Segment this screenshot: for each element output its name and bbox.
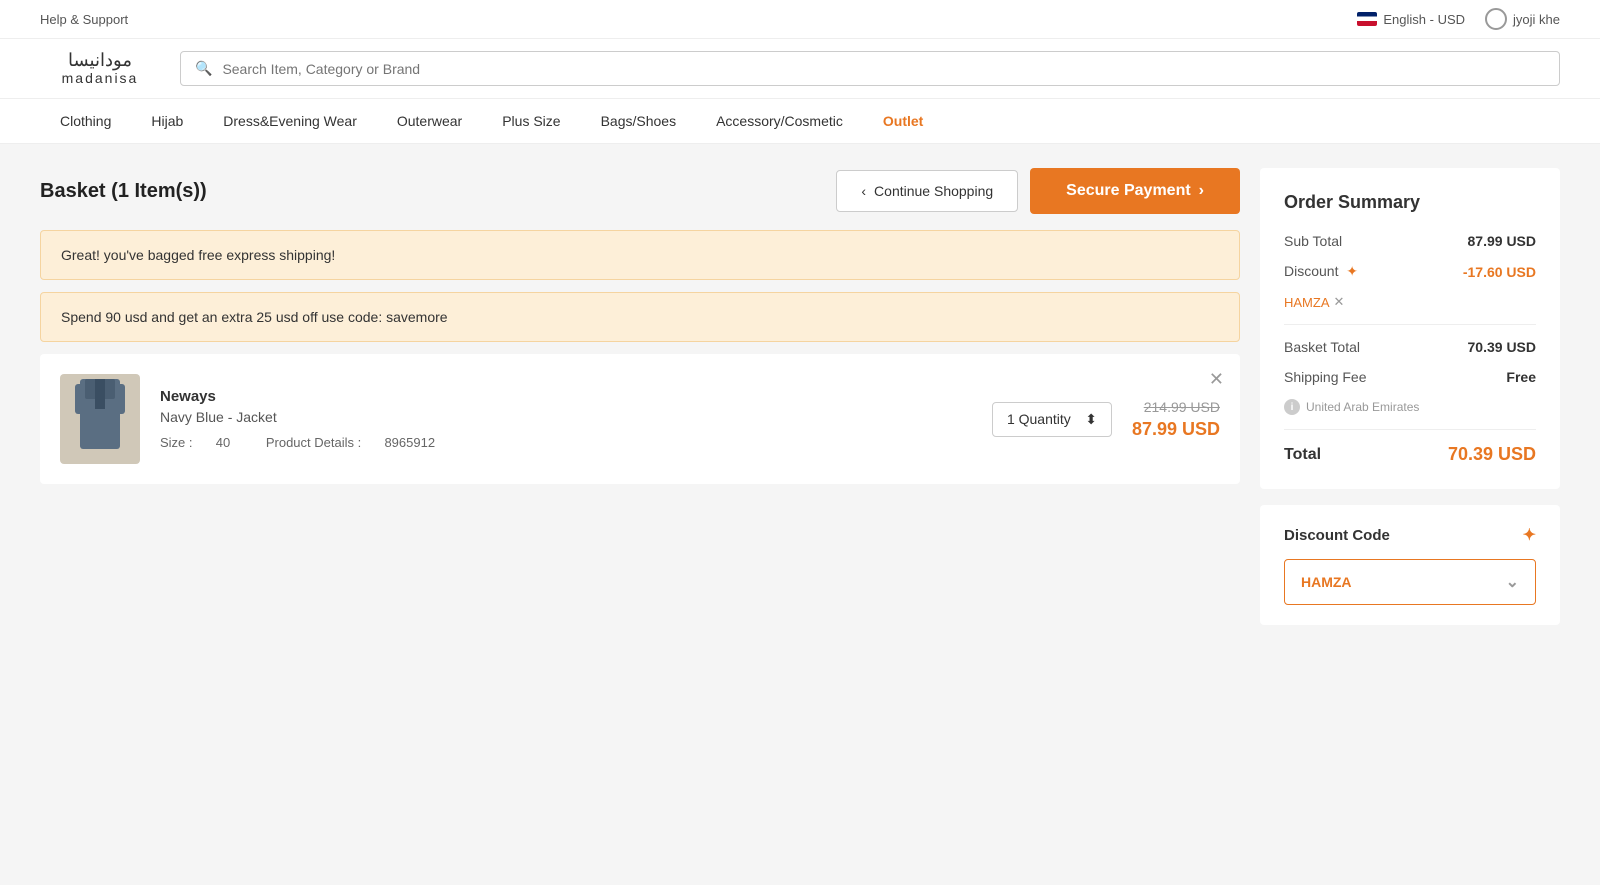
basket-title: Basket (1 Item(s)) — [40, 180, 207, 203]
order-summary-title: Order Summary — [1284, 192, 1536, 213]
top-bar: Help & Support English - USD jyoji khe — [0, 0, 1600, 39]
basket-total-label: Basket Total — [1284, 339, 1360, 355]
item-meta: Size : 40 Product Details : 8965912 — [160, 435, 972, 450]
selected-code-label: HAMZA — [1301, 574, 1352, 590]
sidebar: Order Summary Sub Total 87.99 USD Discou… — [1260, 168, 1560, 625]
discount-badge-icon: ✦ — [1523, 525, 1536, 545]
discount-label: Discount ✦ — [1284, 263, 1358, 280]
item-image — [60, 374, 140, 464]
free-shipping-notification: Great! you've bagged free express shippi… — [40, 230, 1240, 280]
divider-2 — [1284, 429, 1536, 430]
discount-code-title: Discount Code — [1284, 527, 1390, 544]
username-label: jyoji khe — [1513, 12, 1560, 27]
original-price: 214.99 USD — [1132, 399, 1220, 415]
nav-outlet[interactable]: Outlet — [863, 99, 943, 143]
language-label: English - USD — [1383, 12, 1465, 27]
logo-arabic: مودانيسا — [40, 51, 160, 71]
discount-code-header: Discount Code ✦ — [1284, 525, 1536, 545]
notification-text-1: Great! you've bagged free express shippi… — [61, 247, 335, 263]
order-summary: Order Summary Sub Total 87.99 USD Discou… — [1260, 168, 1560, 489]
shipping-label: Shipping Fee — [1284, 369, 1367, 385]
basket-header: Basket (1 Item(s)) ‹ Continue Shopping S… — [40, 168, 1240, 214]
help-support-link[interactable]: Help & Support — [40, 12, 128, 27]
item-details-label: Product Details : 8965912 — [266, 435, 451, 450]
item-info: Neways Navy Blue - Jacket Size : 40 Prod… — [160, 388, 972, 450]
top-bar-right: English - USD jyoji khe — [1357, 8, 1560, 30]
discount-code-section: Discount Code ✦ HAMZA ⌄ — [1260, 505, 1560, 625]
chevron-left-icon: ‹ — [861, 183, 866, 199]
item-name: Navy Blue - Jacket — [160, 409, 972, 425]
shipping-region-label: United Arab Emirates — [1306, 400, 1419, 414]
logo[interactable]: مودانيسا madanisa — [40, 51, 160, 86]
discount-code-name: HAMZA — [1284, 295, 1330, 310]
flag-icon — [1357, 12, 1377, 26]
nav-bags-shoes[interactable]: Bags/Shoes — [581, 99, 697, 143]
notification-text-2: Spend 90 usd and get an extra 25 usd off… — [61, 309, 448, 325]
discount-row: Discount ✦ -17.60 USD — [1284, 263, 1536, 280]
shipping-row: Shipping Fee Free — [1284, 369, 1536, 385]
language-selector[interactable]: English - USD — [1357, 12, 1465, 27]
item-price: 214.99 USD 87.99 USD — [1132, 399, 1220, 440]
remove-discount-button[interactable]: ✕ — [1334, 294, 1345, 310]
search-bar[interactable]: 🔍 — [180, 51, 1560, 86]
item-image-svg — [75, 379, 125, 459]
main-content: Basket (1 Item(s)) ‹ Continue Shopping S… — [0, 144, 1600, 649]
main-nav: Clothing Hijab Dress&Evening Wear Outerw… — [0, 99, 1600, 144]
shipping-value: Free — [1506, 369, 1536, 385]
basket-total-value: 70.39 USD — [1468, 339, 1536, 355]
discount-code-tag: HAMZA ✕ — [1284, 294, 1536, 310]
search-input[interactable] — [222, 61, 1545, 77]
nav-plus-size[interactable]: Plus Size — [482, 99, 580, 143]
nav-accessory[interactable]: Accessory/Cosmetic — [696, 99, 863, 143]
chevron-down-icon: ⌄ — [1506, 572, 1519, 592]
quantity-label: 1 Quantity — [1007, 411, 1071, 427]
user-avatar-icon — [1485, 8, 1507, 30]
nav-clothing[interactable]: Clothing — [40, 99, 131, 143]
basket-total-row: Basket Total 70.39 USD — [1284, 339, 1536, 355]
nav-outerwear[interactable]: Outerwear — [377, 99, 482, 143]
total-label: Total — [1284, 446, 1321, 464]
cart-item: Neways Navy Blue - Jacket Size : 40 Prod… — [40, 354, 1240, 484]
quantity-selector[interactable]: 1 Quantity ⬍ — [992, 402, 1112, 437]
discount-star-icon: ✦ — [1346, 263, 1358, 279]
remove-item-button[interactable]: ✕ — [1209, 370, 1224, 388]
shipping-region-info: i United Arab Emirates — [1284, 399, 1536, 415]
header: مودانيسا madanisa 🔍 — [0, 39, 1600, 99]
search-icon: 🔍 — [195, 60, 212, 77]
subtotal-label: Sub Total — [1284, 233, 1342, 249]
discount-code-dropdown[interactable]: HAMZA ⌄ — [1284, 559, 1536, 605]
item-size-label: Size : 40 — [160, 435, 250, 450]
user-menu[interactable]: jyoji khe — [1485, 8, 1560, 30]
logo-latin: madanisa — [40, 71, 160, 86]
nav-dress-evening[interactable]: Dress&Evening Wear — [203, 99, 377, 143]
continue-shopping-button[interactable]: ‹ Continue Shopping — [836, 170, 1018, 212]
promo-notification: Spend 90 usd and get an extra 25 usd off… — [40, 292, 1240, 342]
continue-shopping-label: Continue Shopping — [874, 183, 993, 199]
chevron-right-icon: › — [1199, 182, 1204, 200]
subtotal-value: 87.99 USD — [1468, 233, 1536, 249]
quantity-dropdown-icon: ⬍ — [1085, 411, 1097, 428]
discount-value: -17.60 USD — [1463, 264, 1536, 280]
secure-payment-button[interactable]: Secure Payment › — [1030, 168, 1240, 214]
sale-price: 87.99 USD — [1132, 419, 1220, 440]
item-brand: Neways — [160, 388, 972, 405]
total-row: Total 70.39 USD — [1284, 444, 1536, 465]
basket-actions: ‹ Continue Shopping Secure Payment › — [836, 168, 1240, 214]
secure-payment-label: Secure Payment — [1066, 182, 1191, 200]
total-value: 70.39 USD — [1448, 444, 1536, 465]
info-icon: i — [1284, 399, 1300, 415]
divider-1 — [1284, 324, 1536, 325]
nav-hijab[interactable]: Hijab — [131, 99, 203, 143]
basket-section: Basket (1 Item(s)) ‹ Continue Shopping S… — [40, 168, 1240, 625]
subtotal-row: Sub Total 87.99 USD — [1284, 233, 1536, 249]
